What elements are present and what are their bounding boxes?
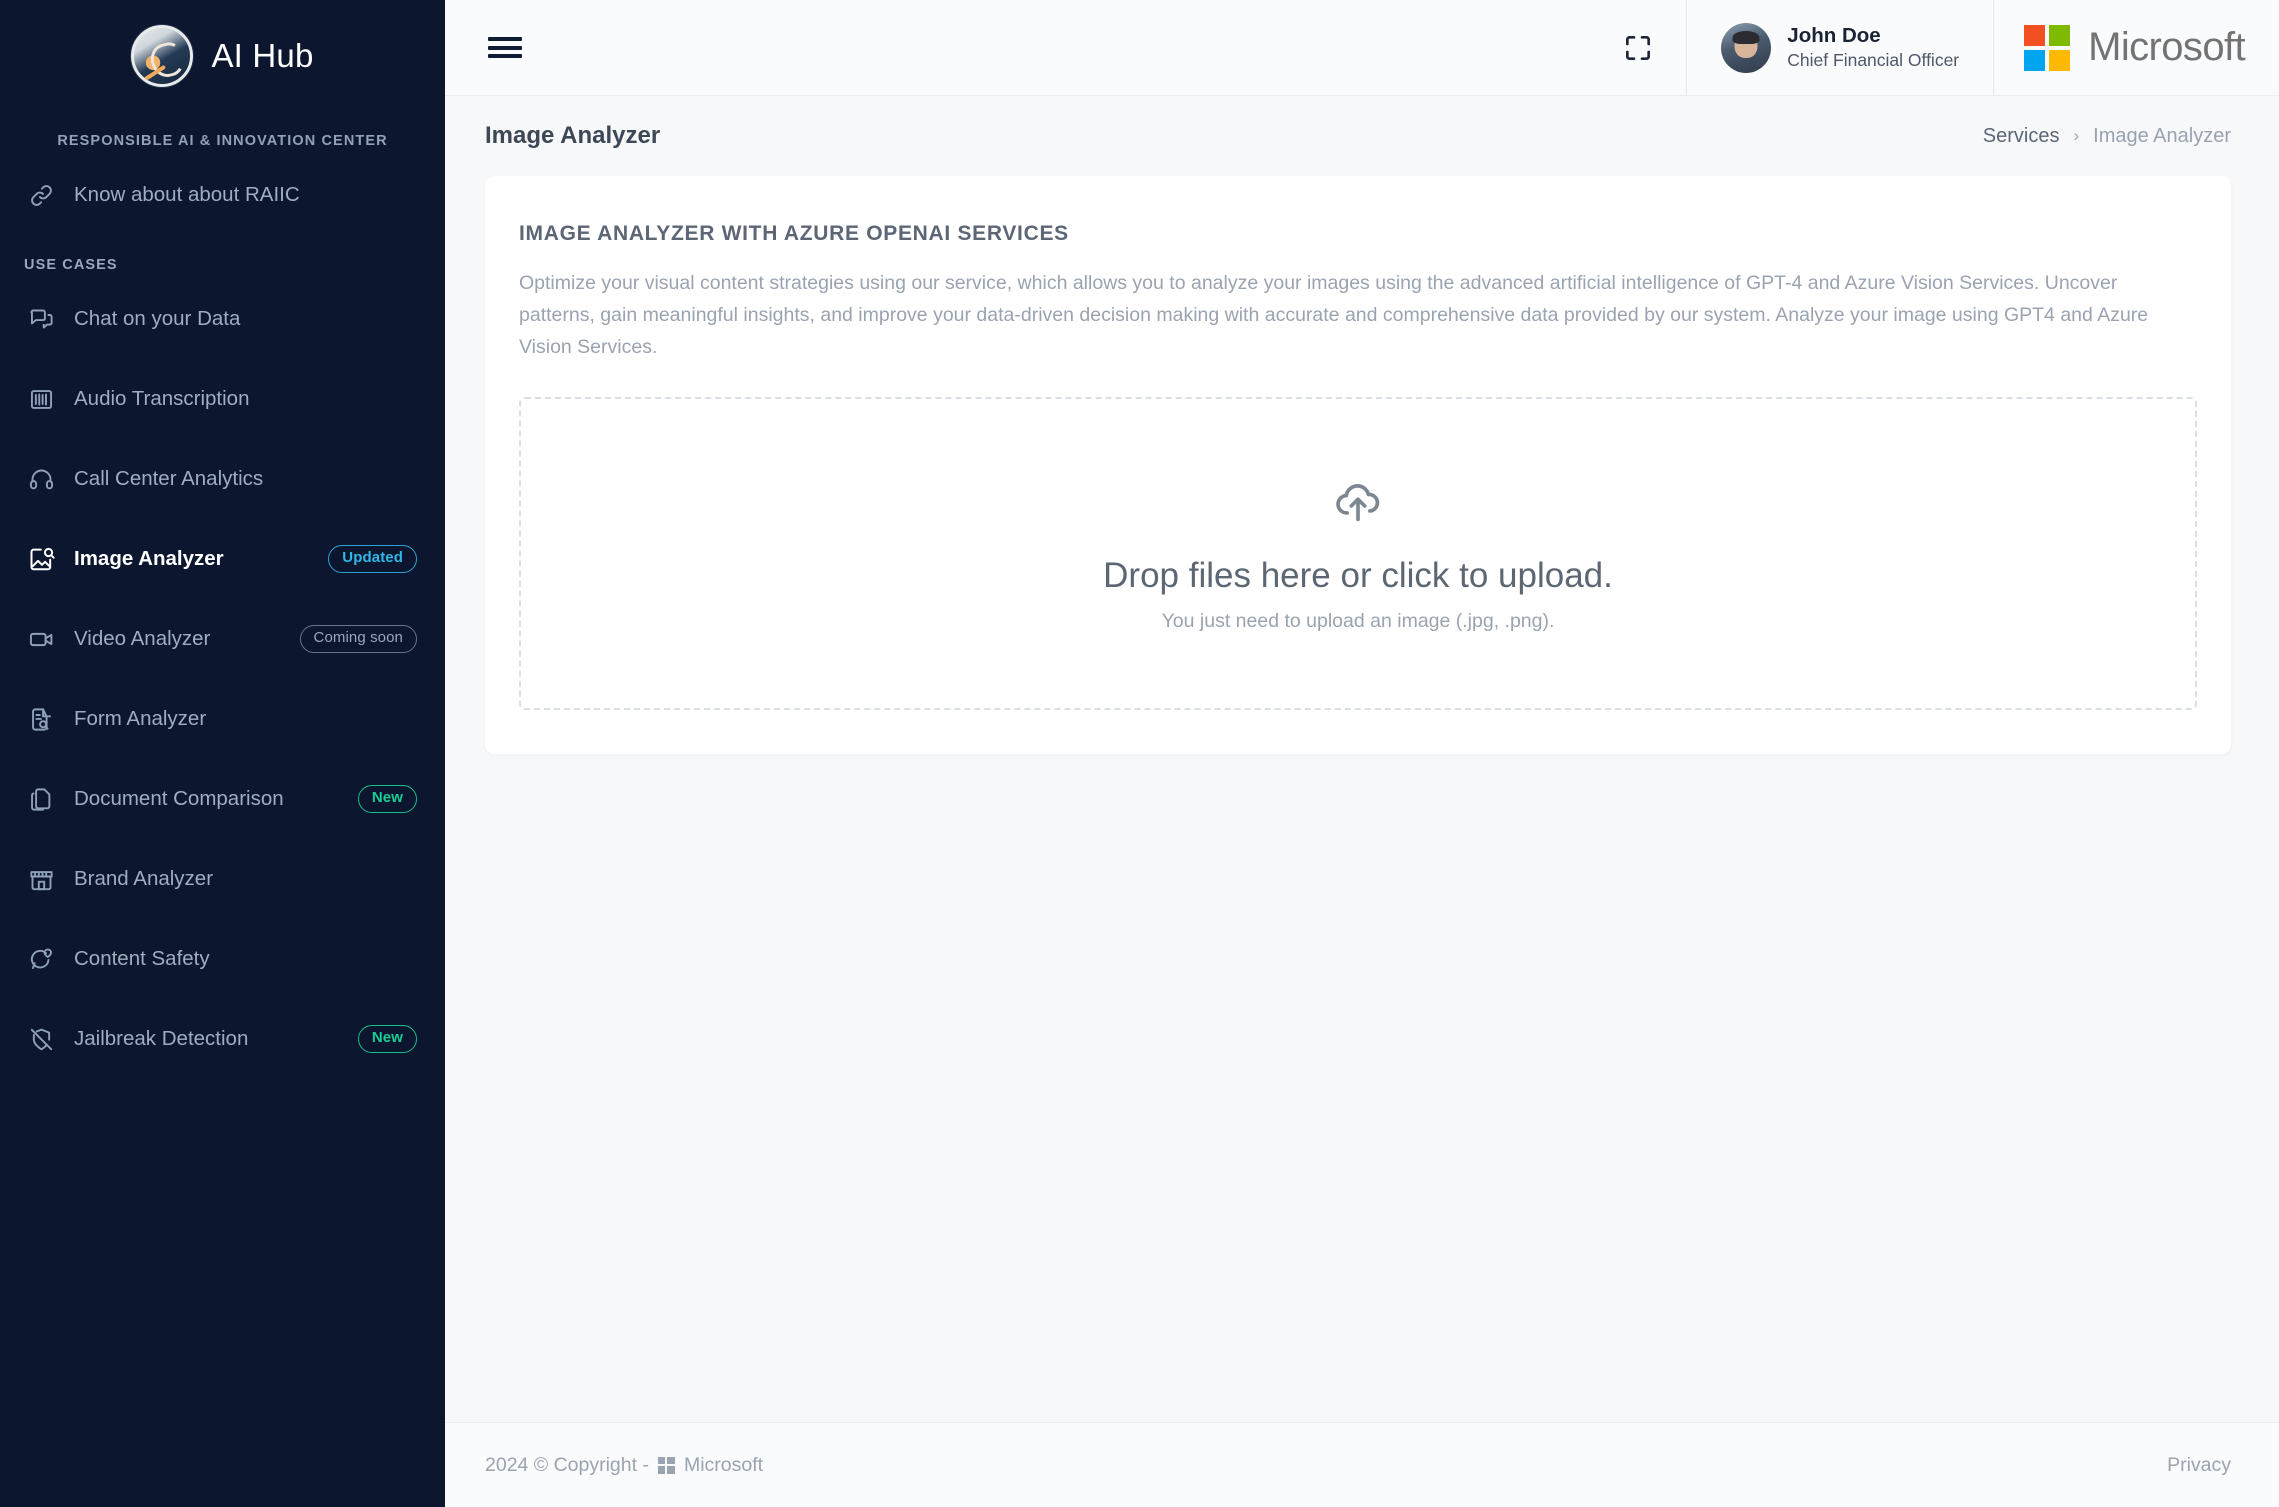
microsoft-logo-icon [2024, 24, 2071, 71]
brand-header[interactable]: AI Hub [0, 12, 445, 100]
content-area: IMAGE ANALYZER WITH AZURE OPENAI SERVICE… [445, 176, 2279, 1422]
breadcrumb-parent[interactable]: Services [1983, 125, 2060, 148]
chevron-right-icon: › [2073, 126, 2080, 145]
status-badge-updated: Updated [328, 545, 417, 573]
sidebar-item-jailbreak-detection[interactable]: Jailbreak Detection New [0, 999, 445, 1079]
brand-name: AI Hub [211, 37, 314, 74]
page-header: Image Analyzer Services › Image Analyzer [445, 96, 2279, 176]
document-search-icon [28, 706, 74, 733]
sidebar-item-label: Image Analyzer [74, 547, 224, 570]
footer-copyright-text: 2024 © Copyright - [485, 1453, 649, 1476]
sidebar-center-title: RESPONSIBLE AI & INNOVATION CENTER [57, 133, 388, 149]
storefront-icon [28, 866, 74, 893]
status-badge-new: New [357, 785, 417, 813]
sidebar-item-label: Audio Transcription [74, 387, 250, 410]
video-camera-icon [28, 626, 74, 653]
app-root: AI Hub RESPONSIBLE AI & INNOVATION CENTE… [0, 0, 2279, 1507]
sidebar-item-video-analyzer[interactable]: Video Analyzer Coming soon [0, 599, 445, 679]
sidebar-item-brand-analyzer[interactable]: Brand Analyzer [0, 839, 445, 919]
user-name: John Doe [1787, 24, 1881, 48]
microsoft-logo-small-icon [657, 1456, 675, 1474]
ai-brain-circuit-logo-icon [131, 25, 194, 87]
image-analyzer-card: IMAGE ANALYZER WITH AZURE OPENAI SERVICE… [485, 176, 2231, 755]
footer: 2024 © Copyright - Microsoft Privacy [445, 1422, 2279, 1507]
sidebar-item-know-raiic[interactable]: Know about about RAIIC [0, 159, 445, 231]
hamburger-line [488, 37, 522, 41]
sidebar-item-label: Video Analyzer [74, 627, 211, 650]
breadcrumb-current: Image Analyzer [2093, 124, 2231, 147]
footer-copyright: 2024 © Copyright - Microsoft [485, 1454, 763, 1477]
sidebar-item-image-analyzer[interactable]: Image Analyzer Updated [0, 519, 445, 599]
microsoft-wordmark: Microsoft [2088, 25, 2245, 69]
breadcrumb: Services › Image Analyzer [1983, 125, 2231, 148]
sidebar-item-label: Jailbreak Detection [74, 1027, 249, 1050]
sidebar-item-label: Chat on your Data [74, 307, 241, 330]
sidebar-item-label: Form Analyzer [74, 707, 207, 730]
sidebar-item-call-center-analytics[interactable]: Call Center Analytics [0, 439, 445, 519]
sidebar-item-label: Content Safety [74, 947, 210, 970]
dropzone-title: Drop files here or click to upload. [1103, 555, 1613, 595]
fullscreen-expand-icon[interactable] [1590, 0, 1686, 95]
page-title: Image Analyzer [485, 122, 661, 149]
chat-bubbles-icon [28, 306, 74, 333]
hamburger-line [488, 54, 522, 58]
privacy-link[interactable]: Privacy [2167, 1454, 2231, 1477]
sidebar: AI Hub RESPONSIBLE AI & INNOVATION CENTE… [0, 0, 445, 1507]
card-description: Optimize your visual content strategies … [519, 272, 2149, 358]
hamburger-menu-icon[interactable] [445, 0, 565, 95]
sidebar-item-audio-transcription[interactable]: Audio Transcription [0, 359, 445, 439]
shield-chat-icon [28, 946, 74, 973]
top-bar-spacer [565, 0, 1590, 95]
sidebar-item-document-comparison[interactable]: Document Comparison New [0, 759, 445, 839]
card-title: IMAGE ANALYZER WITH AZURE OPENAI SERVICE… [519, 222, 1069, 245]
cloud-upload-icon [1332, 475, 1384, 532]
dropzone-subtitle: You just need to upload an image (.jpg, … [1161, 609, 1555, 632]
sidebar-item-label: Call Center Analytics [74, 467, 264, 490]
sidebar-use-cases-title: USE CASES [24, 257, 118, 273]
headset-icon [28, 466, 74, 493]
avatar [1721, 22, 1772, 73]
top-bar: John Doe Chief Financial Officer Microso… [445, 0, 2279, 96]
footer-company-name: Microsoft [683, 1453, 764, 1476]
hamburger-line [488, 45, 522, 50]
main-area: John Doe Chief Financial Officer Microso… [445, 0, 2279, 1507]
sidebar-item-chat-on-your-data[interactable]: Chat on your Data [0, 279, 445, 359]
status-badge-coming-soon: Coming soon [299, 625, 417, 653]
sidebar-item-content-safety[interactable]: Content Safety [0, 919, 445, 999]
microsoft-branding: Microsoft [1994, 0, 2279, 95]
sidebar-item-form-analyzer[interactable]: Form Analyzer [0, 679, 445, 759]
shield-off-icon [28, 1026, 74, 1053]
sidebar-item-label: Document Comparison [74, 787, 284, 810]
user-profile[interactable]: John Doe Chief Financial Officer [1686, 0, 1995, 95]
sidebar-item-label: Know about about RAIIC [74, 183, 300, 206]
file-dropzone[interactable]: Drop files here or click to upload. You … [519, 397, 2197, 711]
status-badge-new: New [357, 1025, 417, 1053]
sidebar-item-label: Brand Analyzer [74, 867, 214, 890]
copy-documents-icon [28, 786, 74, 813]
link-icon [28, 182, 74, 209]
image-search-icon [28, 545, 74, 573]
user-role: Chief Financial Officer [1787, 49, 1960, 70]
audio-waveform-icon [28, 386, 74, 413]
